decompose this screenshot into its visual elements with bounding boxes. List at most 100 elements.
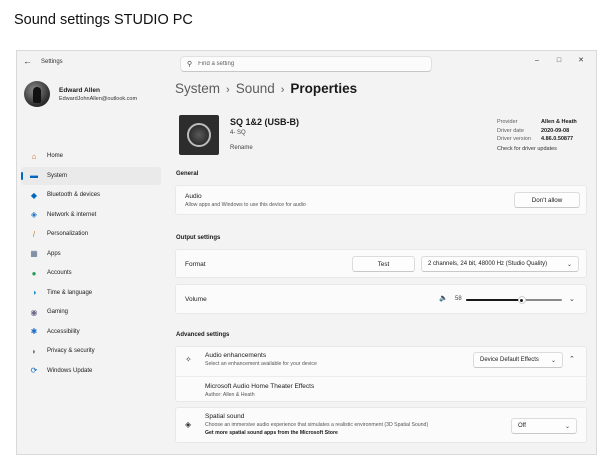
speaker-icon[interactable]: 🔈 [439,294,448,302]
spatial-sound-icon: ◈ [185,420,192,429]
sidebar-nav: ⌂ Home ▬ System ◆ Bluetooth & devices ◈ Network… [21,147,161,381]
test-button[interactable]: Test [352,256,415,272]
profile[interactable]: Edward Allen EdwardJohnAllen@outlook.com [24,81,137,107]
sidebar-item-apps[interactable]: ▦ Apps [21,245,161,263]
enhancements-title: Audio enhancements [205,352,267,359]
volume-expand-chevron-icon[interactable]: ⌄ [569,295,575,303]
audio-desc: Allow apps and Windows to use this devic… [185,202,306,208]
sidebar-item-windows-update[interactable]: ⟳ Windows Update [21,362,161,380]
device-header: SQ 1&2 (USB-B) 4- SQ Rename [179,115,299,155]
breadcrumb-system[interactable]: System [175,81,220,96]
bluetooth-icon: ◆ [30,190,38,200]
page-title: Properties [290,81,358,96]
search-icon: ⚲ [187,61,193,68]
section-output: Output settings [176,235,221,241]
brush-icon: / [32,229,36,239]
breadcrumb: System › Sound › Properties [175,81,357,96]
main-content: System › Sound › Properties SQ 1&2 (USB-B) 4… [175,77,587,452]
sidebar-item-home[interactable]: ⌂ Home [21,147,161,165]
driver-date-label: Driver date [497,127,524,134]
sidebar-item-system[interactable]: ▬ System [21,166,161,185]
volume-title: Volume [185,296,207,303]
driver-version-label: Driver version [497,136,531,142]
spatial-dropdown[interactable]: Off ⌄ [511,418,577,434]
volume-value: 58 [455,296,462,302]
audio-card: Audio Allow apps and Windows to use this… [175,185,587,215]
sidebar-item-accessibility[interactable]: ✱ Accessibility [21,323,161,341]
profile-email: EdwardJohnAllen@outlook.com [59,95,138,102]
volume-slider[interactable] [466,296,562,304]
slider-thumb[interactable] [517,296,526,304]
enhancements-dropdown[interactable]: Device Default Effects ⌄ [473,352,563,368]
device-image [179,115,219,155]
shield-icon: ◗ [31,346,37,356]
driver-version-value: 4.86.0.50877 [541,136,574,142]
avatar [24,81,50,107]
window-controls: – □ ✕ [526,53,592,67]
format-dropdown[interactable]: 2 channels, 24 bit, 48000 Hz (Studio Qua… [421,256,579,272]
sidebar-item-label: Personalization [47,231,89,237]
sidebar-item-time-language[interactable]: ◑ Time & language [21,284,161,302]
sidebar-item-accounts[interactable]: ● Accounts [21,264,161,282]
provider-value: Allen & Heath [541,119,577,125]
rename-link[interactable]: Rename [230,145,253,151]
globe-icon: ◑ [31,288,37,297]
close-icon[interactable]: ✕ [570,53,592,67]
section-advanced: Advanced settings [176,332,230,338]
effect-author: Author: Allen & Heath [205,392,255,398]
page-heading: Sound settings STUDIO PC [14,12,193,28]
format-title: Format [185,261,206,268]
sidebar: Edward Allen EdwardJohnAllen@outlook.com… [17,77,165,447]
wifi-icon: ◈ [30,210,38,219]
chevron-down-icon: ⌄ [566,261,572,268]
person-icon: ● [31,268,37,278]
profile-name: Edward Allen [59,86,100,94]
spatial-desc: Choose an immersive audio experience tha… [205,422,429,428]
slider-fill [466,299,522,301]
back-arrow-icon[interactable]: ← [23,56,32,66]
sidebar-item-personalization[interactable]: / Personalization [21,225,161,243]
sidebar-item-network-internet[interactable]: ◈ Network & internet [21,206,161,224]
breadcrumb-sound[interactable]: Sound [236,81,275,96]
sidebar-item-gaming[interactable]: ◉ Gaming [21,303,161,321]
spatial-sound-card: ◈ Spatial sound Choose an immersive audi… [175,407,587,443]
sidebar-item-label: Accessibility [47,328,80,335]
sidebar-item-label: Home [47,153,64,159]
monitor-icon: ▬ [30,171,38,180]
maximize-icon[interactable]: □ [548,53,570,67]
format-card: Format Test 2 channels, 24 bit, 48000 Hz… [175,249,587,278]
audio-title: Audio [185,193,202,200]
sparkle-icon: ✧ [185,355,192,364]
sidebar-item-label: Bluetooth & devices [47,192,101,198]
minimize-icon[interactable]: – [526,53,548,67]
sidebar-item-privacy-security[interactable]: ◗ Privacy & security [21,342,161,360]
breadcrumb-separator: › [226,84,230,96]
dont-allow-button[interactable]: Don't allow [514,192,580,208]
sidebar-item-label: Apps [47,250,61,257]
apps-icon: ▦ [30,249,38,258]
sidebar-item-bluetooth-devices[interactable]: ◆ Bluetooth & devices [21,186,161,204]
chevron-down-icon: ⌄ [550,357,556,364]
effect-title: Microsoft Audio Home Theater Effects [205,383,315,390]
title-bar: ← Settings ⚲ – □ ✕ [17,51,596,75]
enhancements-value: Device Default Effects [480,357,539,363]
gamepad-icon: ◉ [30,307,38,317]
sidebar-item-label: Privacy & security [47,348,95,354]
volume-card: Volume 🔈 58 ⌄ [175,284,587,314]
spatial-value: Off [518,423,526,429]
search-input[interactable] [198,61,399,67]
check-driver-updates-link[interactable]: Check for driver updates [497,146,557,152]
device-name: SQ 1&2 (USB-B) [230,117,300,127]
sidebar-item-label: Network & internet [47,211,97,218]
driver-date-value: 2020-09-08 [541,127,570,134]
provider-label: Provider [497,119,518,125]
home-icon: ⌂ [31,151,37,161]
accessibility-icon: ✱ [30,327,38,336]
sidebar-item-label: System [47,172,68,179]
search-box[interactable]: ⚲ [180,56,432,72]
microsoft-store-link[interactable]: Get more spatial sound apps from the Mic… [205,430,428,436]
collapse-chevron-up-icon[interactable]: ⌃ [569,355,575,363]
app-title: Settings [41,59,63,65]
driver-info: Provider Allen & Heath Driver date 2020-09… [497,119,577,152]
breadcrumb-separator: › [280,84,285,96]
